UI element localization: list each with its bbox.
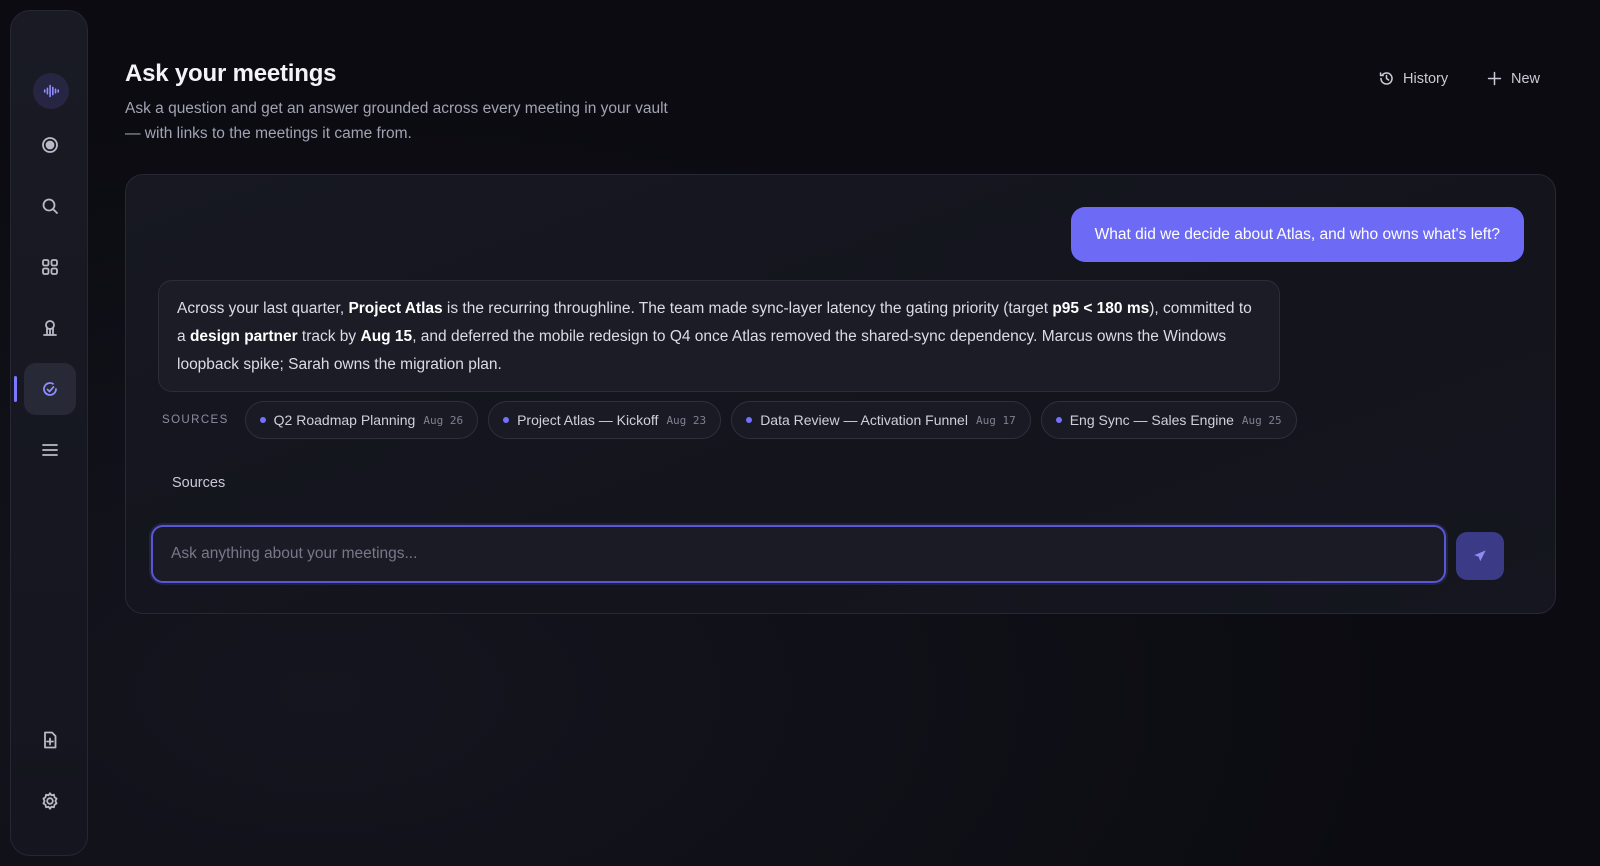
source-date: Aug 25 bbox=[1241, 413, 1282, 427]
send-button[interactable] bbox=[1456, 532, 1504, 580]
answer-highlight: p95 < 180 ms bbox=[1052, 300, 1150, 317]
audio-wave-icon[interactable] bbox=[33, 73, 69, 109]
list-icon[interactable] bbox=[24, 424, 76, 476]
source-dot-icon bbox=[1055, 417, 1062, 423]
ask-input-wrapper bbox=[151, 525, 1446, 583]
answer-highlight: Aug 15 bbox=[360, 328, 413, 345]
source-dot-icon bbox=[503, 417, 510, 423]
source-title: Data Review — Activation Funnel bbox=[760, 412, 968, 428]
source-chip[interactable]: Data Review — Activation Funnel Aug 17 bbox=[731, 401, 1031, 439]
sources-toggle[interactable]: Sources bbox=[172, 475, 225, 491]
page-subtitle: Ask a question and get an answer grounde… bbox=[125, 100, 668, 142]
chat-panel: What did we decide about Atlas, and who … bbox=[125, 174, 1556, 614]
source-chip[interactable]: Eng Sync — Sales Engine Aug 25 bbox=[1040, 401, 1297, 439]
history-button[interactable]: History bbox=[1378, 70, 1448, 87]
source-date: Aug 17 bbox=[975, 413, 1016, 427]
assistant-answer: Across your last quarter, Project Atlas … bbox=[158, 280, 1280, 392]
record-icon[interactable] bbox=[24, 119, 76, 171]
answer-highlight: Project Atlas bbox=[348, 300, 443, 317]
source-chip[interactable]: Project Atlas — Kickoff Aug 23 bbox=[488, 401, 722, 439]
document-add-icon[interactable] bbox=[24, 714, 76, 766]
source-title: Q2 Roadmap Planning bbox=[273, 412, 416, 428]
grid-icon[interactable] bbox=[24, 241, 76, 293]
page-title: Ask your meetings bbox=[125, 60, 337, 87]
source-date: Aug 26 bbox=[423, 413, 464, 427]
people-icon[interactable] bbox=[24, 302, 76, 354]
source-title: Project Atlas — Kickoff bbox=[517, 412, 659, 428]
new-label: New bbox=[1511, 70, 1541, 87]
source-dot-icon bbox=[259, 417, 266, 423]
send-icon bbox=[1474, 550, 1486, 562]
active-indicator bbox=[14, 376, 17, 402]
ask-input[interactable] bbox=[153, 527, 1444, 581]
new-button[interactable]: New bbox=[1486, 70, 1540, 87]
history-label: History bbox=[1403, 70, 1449, 87]
answer-highlight: design partner bbox=[189, 328, 298, 345]
sources-row: SOURCES Q2 Roadmap Planning Aug 26 Proje… bbox=[162, 401, 1297, 439]
plus-icon bbox=[1487, 71, 1502, 86]
search-icon[interactable] bbox=[24, 180, 76, 232]
ask-icon[interactable] bbox=[24, 363, 76, 415]
history-icon bbox=[1379, 72, 1393, 85]
source-date: Aug 23 bbox=[666, 413, 707, 427]
user-message: What did we decide about Atlas, and who … bbox=[1070, 207, 1524, 262]
gear-icon[interactable] bbox=[24, 775, 76, 827]
source-title: Eng Sync — Sales Engine bbox=[1069, 412, 1234, 428]
source-chip[interactable]: Q2 Roadmap Planning Aug 26 bbox=[244, 401, 479, 439]
sources-label: SOURCES bbox=[162, 414, 229, 426]
source-dot-icon bbox=[746, 417, 753, 423]
sidebar bbox=[10, 10, 88, 856]
